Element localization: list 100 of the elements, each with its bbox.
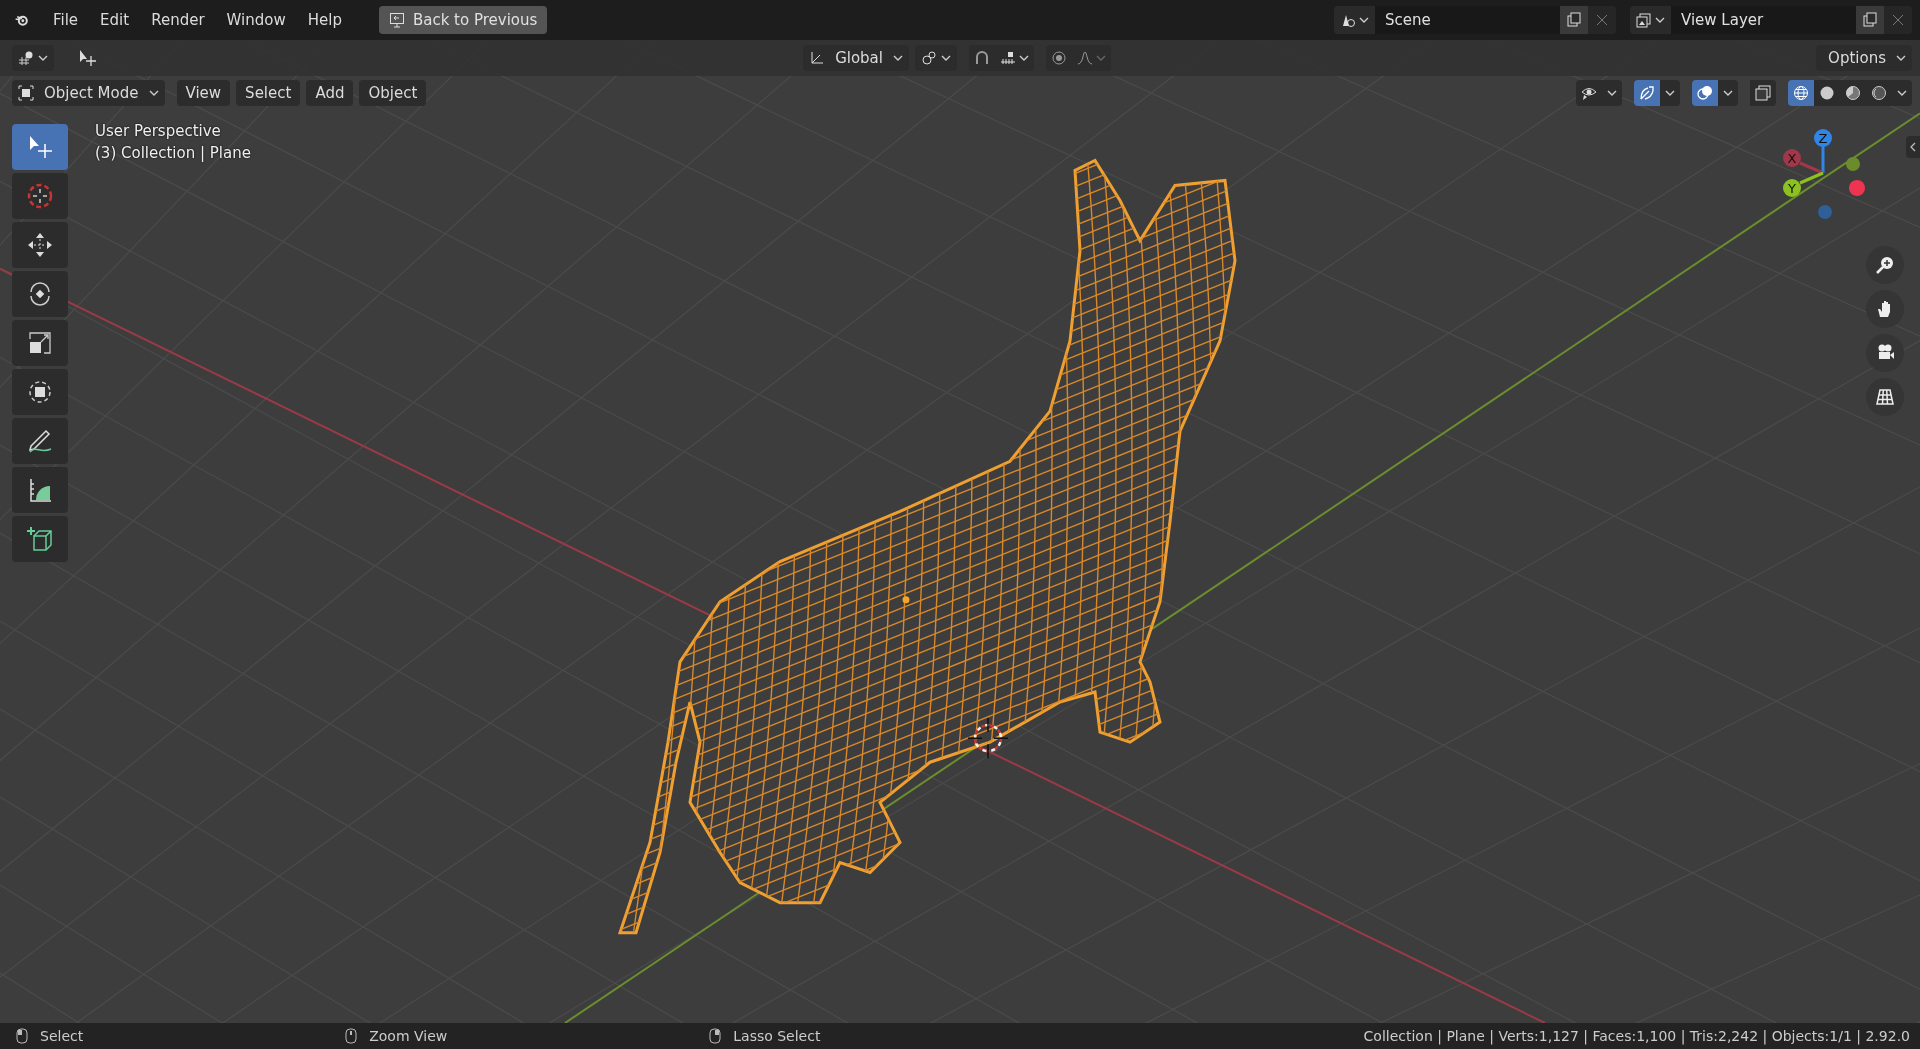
x-axis-line <box>1799 161 1824 175</box>
gizmo-menu-button[interactable] <box>1660 80 1680 106</box>
scale-icon <box>26 329 54 357</box>
add-cube-tool-button[interactable] <box>12 516 68 562</box>
header-menu[interactable]: Select <box>236 80 301 106</box>
3d-cursor-icon[interactable] <box>967 717 1009 759</box>
mouse-right-button-icon <box>707 1028 724 1044</box>
snap-toggle[interactable] <box>969 45 995 71</box>
visibility-toggle[interactable] <box>1576 80 1602 106</box>
wireframe-shading-button[interactable] <box>1788 80 1814 106</box>
zoom-icon <box>1875 255 1895 275</box>
crosshair-icon <box>26 182 54 210</box>
mode-dropdown[interactable]: Object Mode <box>12 80 165 106</box>
xray-toggle[interactable] <box>1750 80 1776 106</box>
target-icon <box>1051 50 1067 66</box>
negative-x-axis-dot[interactable] <box>1849 180 1865 196</box>
image-stack-icon <box>1636 12 1652 28</box>
back-to-previous-button[interactable]: Back to Previous <box>378 6 548 34</box>
copy-icon[interactable] <box>1560 6 1588 34</box>
z-axis-handle[interactable]: Z <box>1814 129 1832 147</box>
caret-icon <box>1096 55 1106 61</box>
negative-z-axis-dot[interactable] <box>1818 205 1832 219</box>
view-layer-field[interactable]: View Layer <box>1671 6 1856 34</box>
axes-icon <box>809 50 826 66</box>
caret-icon <box>148 90 159 96</box>
overlapping-squares-icon <box>1755 85 1771 101</box>
overlapping-circles-icon <box>1697 85 1713 101</box>
rotate-tool-button[interactable] <box>12 271 68 317</box>
menu-item[interactable]: Render <box>142 7 214 33</box>
gizmo-icon <box>1639 85 1655 101</box>
status-hint: Zoom View <box>369 1028 448 1044</box>
falloff-selector[interactable] <box>1072 45 1111 71</box>
pivot-icon <box>921 50 937 66</box>
scene-field[interactable]: Scene <box>1375 6 1560 34</box>
y-axis-handle[interactable]: Y <box>1783 179 1801 197</box>
eye-icon <box>1581 85 1597 101</box>
caret-icon <box>1897 90 1907 96</box>
ortho-view-button[interactable] <box>1866 378 1904 416</box>
editor-type-selector[interactable] <box>12 45 54 71</box>
menu-item[interactable]: Edit <box>91 7 139 33</box>
curve-icon <box>1077 50 1093 66</box>
menu-item[interactable]: Help <box>298 7 351 33</box>
proportional-editing-toggle[interactable] <box>1046 45 1072 71</box>
magnet-icon <box>974 50 990 66</box>
measure-tool-button[interactable] <box>12 467 68 513</box>
snap-target-selector[interactable] <box>995 45 1034 71</box>
overlay-toggle[interactable] <box>1692 80 1718 106</box>
transform-icon <box>26 378 54 406</box>
menu-item[interactable]: Window <box>217 7 295 33</box>
status-hint: Select <box>40 1028 84 1044</box>
caret-icon <box>941 55 951 61</box>
origin-dot <box>902 596 910 604</box>
solid-shading-button[interactable] <box>1814 80 1840 106</box>
caret-icon <box>38 55 48 61</box>
shaded-sphere-icon <box>1845 85 1861 101</box>
pivot-selector[interactable] <box>915 45 957 71</box>
close-icon[interactable] <box>1884 6 1912 34</box>
pan-view-button[interactable] <box>1866 290 1904 328</box>
overlay-menu-button[interactable] <box>1718 80 1738 106</box>
caret-icon <box>1359 17 1369 23</box>
visibility-menu-button[interactable] <box>1602 80 1622 106</box>
camera-view-button[interactable] <box>1866 334 1904 372</box>
four-arrows-icon <box>26 231 54 259</box>
caret-icon <box>1665 90 1675 96</box>
caret-icon <box>1019 55 1029 61</box>
annotate-tool-button[interactable] <box>12 418 68 464</box>
menu-item[interactable]: File <box>44 7 88 33</box>
close-icon[interactable] <box>1588 6 1616 34</box>
sidebar-toggle[interactable] <box>1906 136 1920 158</box>
caret-icon <box>1607 90 1617 96</box>
copy-icon[interactable] <box>1856 6 1884 34</box>
options-dropdown[interactable]: Options <box>1816 45 1912 71</box>
header-menu[interactable]: Object <box>359 80 427 106</box>
view-layer-selector[interactable] <box>1630 6 1671 34</box>
scene-statistics: Collection | Plane | Verts:1,127 | Faces:1,100 | Tris:2,242 | Objects:1/1 | 2.92.0 <box>1363 1028 1910 1044</box>
shading-menu-button[interactable] <box>1892 80 1912 106</box>
mouse-middle-button-icon <box>343 1028 360 1044</box>
increment-icon <box>1000 50 1016 66</box>
gizmo-toggle[interactable] <box>1634 80 1660 106</box>
object-mode-icon <box>18 85 34 101</box>
mouse-left-button-icon <box>14 1028 30 1044</box>
caret-icon <box>1655 17 1665 23</box>
orientation-dropdown[interactable]: Global <box>803 45 909 71</box>
select-tool-button[interactable] <box>12 124 68 170</box>
caret-icon <box>893 55 903 61</box>
select-tool-icon[interactable] <box>78 48 98 68</box>
scene-selector[interactable] <box>1334 6 1375 34</box>
negative-y-axis-dot[interactable] <box>1846 157 1860 171</box>
caret-icon <box>1723 90 1733 96</box>
caret-icon <box>1896 55 1906 61</box>
scale-tool-button[interactable] <box>12 320 68 366</box>
move-tool-button[interactable] <box>12 222 68 268</box>
chevron-left-icon <box>1908 142 1918 152</box>
status-hint: Lasso Select <box>733 1028 821 1044</box>
viewport-info-text: User Perspective <box>95 122 222 140</box>
header-menu[interactable]: View <box>176 80 231 106</box>
zoom-view-button[interactable] <box>1866 246 1904 284</box>
solid-sphere-icon <box>1819 85 1835 101</box>
header-menu[interactable]: Add <box>306 80 354 106</box>
transform-tool-button[interactable] <box>12 369 68 415</box>
